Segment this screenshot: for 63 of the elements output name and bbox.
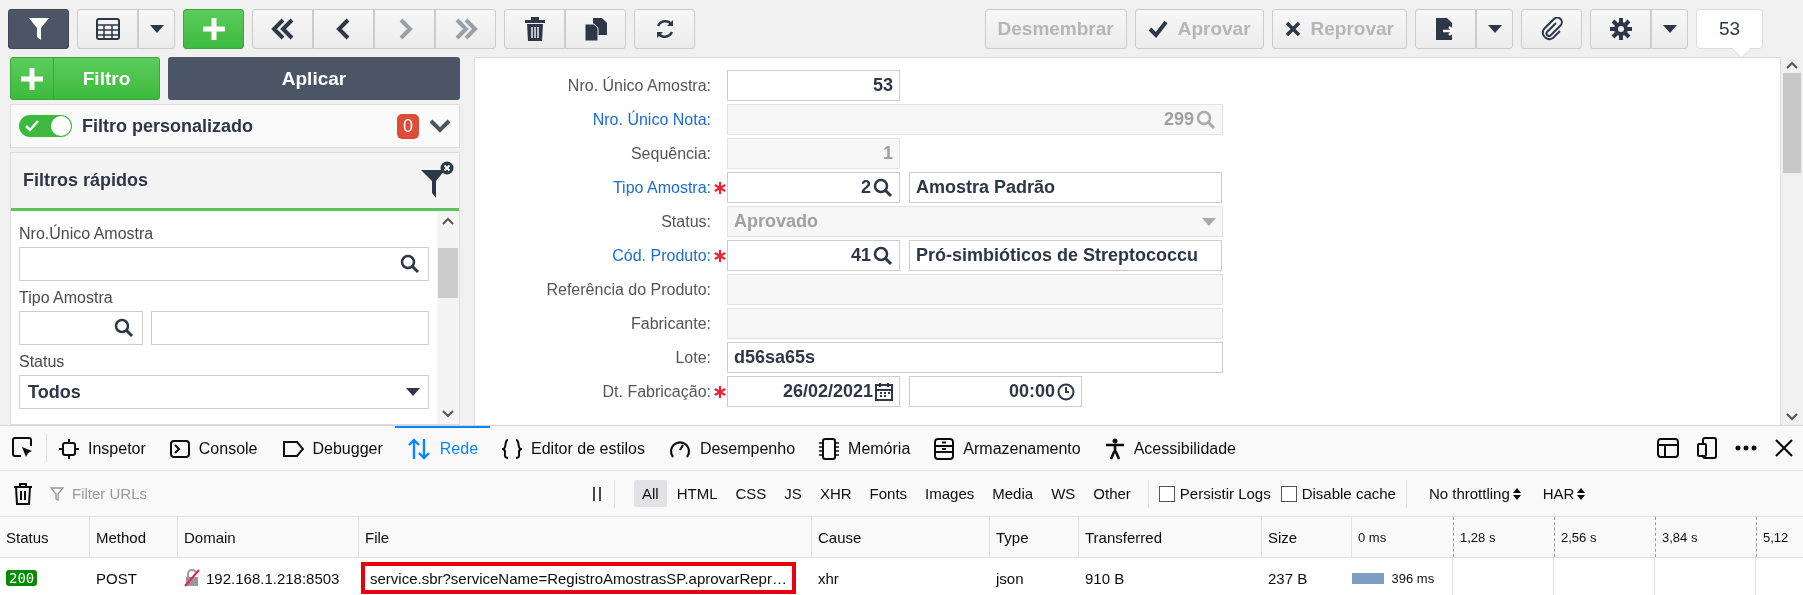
devtools-tab[interactable]: Memória xyxy=(807,426,923,470)
type-filter-button[interactable]: HTML xyxy=(668,480,726,507)
timeline-tick: 2,56 s xyxy=(1561,529,1597,545)
table-cell: xhr xyxy=(818,569,839,587)
field-link[interactable]: Tipo Amostra: xyxy=(475,178,713,197)
type-filter-button[interactable]: Media xyxy=(984,480,1042,507)
count-badge: 0 xyxy=(397,113,419,139)
field-label: Tipo Amostra xyxy=(19,289,114,307)
timeline-tick: 0 ms xyxy=(1358,529,1387,545)
table-cell: 910 B xyxy=(1085,569,1125,587)
table-cell: 192.168.1.218:8503 xyxy=(206,569,340,587)
status-badge: 200 xyxy=(6,570,38,586)
field-label: Status xyxy=(19,353,66,371)
table-cell: 237 B xyxy=(1268,569,1308,587)
field-label: Nro. Único Amostra: xyxy=(566,76,712,95)
timeline-tick: 5,12 xyxy=(1763,529,1789,545)
checkbox-label: Persistir Logs xyxy=(1179,485,1271,502)
type-filter-button[interactable]: XHR xyxy=(811,480,860,507)
filter-field[interactable]: Filter URLs xyxy=(70,484,580,503)
date-field[interactable]: 26/02/2021 xyxy=(727,376,900,407)
description-field[interactable]: Pró-simbióticos de Streptococcu xyxy=(909,240,1222,271)
devtools-tab[interactable]: Editor de estilos xyxy=(490,426,657,470)
filter-label: Filtro personalizado xyxy=(82,115,255,137)
description-field[interactable]: Amostra Padrão xyxy=(909,172,1222,203)
lookup-field[interactable]: 41 xyxy=(727,240,900,271)
field-label: Fabricante: xyxy=(629,314,712,333)
table-cell: json xyxy=(996,569,1024,587)
devtools-tab[interactable]: Acessibilidade xyxy=(1092,426,1248,470)
devtools-tab[interactable]: Desempenho xyxy=(656,426,808,470)
section-title: Filtros rápidos xyxy=(23,170,148,191)
select-field[interactable]: Todos xyxy=(19,375,429,409)
field-link[interactable]: Cód. Produto: xyxy=(475,246,713,265)
type-filter-button[interactable]: JS xyxy=(776,480,810,507)
field-label: Lote: xyxy=(674,348,712,367)
field-label: Referência do Produto: xyxy=(545,280,712,299)
type-filter-button[interactable]: CSS xyxy=(727,480,775,507)
devtools-tab[interactable]: Inspetor xyxy=(47,426,158,470)
dropdown-button[interactable]: HAR xyxy=(1536,484,1592,503)
apply-button[interactable]: Aplicar xyxy=(168,57,460,100)
number-field[interactable]: 53 xyxy=(727,70,900,101)
type-filter-button[interactable]: WS xyxy=(1043,480,1084,507)
type-filter-button[interactable]: Fonts xyxy=(861,480,916,507)
table-cell: service.sbr?serviceName=RegistroAmostrasSP.aprovarRepr… xyxy=(361,562,796,594)
devtools-tab[interactable]: Console xyxy=(157,426,270,470)
field-label: Sequência: xyxy=(629,144,712,163)
field-label: Status: xyxy=(660,212,712,231)
devtools-tab[interactable]: Armazenamento xyxy=(922,426,1093,470)
field-label: Nro.Único Amostra xyxy=(19,225,155,243)
timeline-tick: 1,28 s xyxy=(1460,529,1496,545)
time-field[interactable]: 00:00 xyxy=(909,376,1082,407)
dropdown-button[interactable]: No throttling xyxy=(1422,484,1527,503)
type-filter-button[interactable]: All xyxy=(634,480,667,507)
timeline-tick: 3,84 s xyxy=(1662,529,1698,545)
type-filter-button[interactable]: Images xyxy=(917,480,983,507)
text-field[interactable]: d56sa65s xyxy=(727,342,1223,373)
type-filter-button[interactable]: Other xyxy=(1085,480,1139,507)
lookup-field[interactable]: 2 xyxy=(727,172,900,203)
field-label: Dt. Fabricação: xyxy=(601,382,712,401)
devtools-tab[interactable]: Rede xyxy=(394,426,491,470)
table-cell: POST xyxy=(96,569,137,587)
checkbox-label: Disable cache xyxy=(1301,485,1396,502)
devtools-tab[interactable]: Debugger xyxy=(269,426,395,470)
timing-label: 396 ms xyxy=(1391,570,1435,586)
